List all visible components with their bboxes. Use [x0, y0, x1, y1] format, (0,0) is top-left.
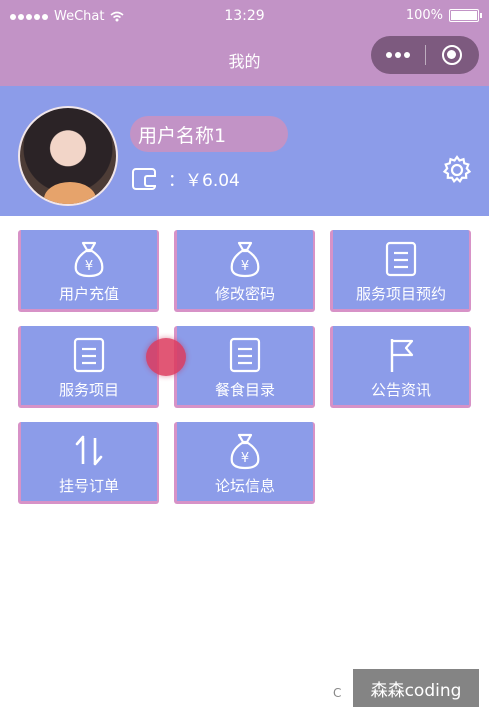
- menu-item-label: 修改密码: [214, 285, 275, 303]
- settings-gear-icon[interactable]: [441, 154, 473, 186]
- menu-item-recharge[interactable]: ¥ 用户充值: [18, 230, 159, 312]
- profile-header: 用户名称1 ：￥6.04: [0, 86, 489, 216]
- svg-text:¥: ¥: [241, 451, 249, 466]
- battery-icon: [449, 9, 482, 22]
- close-mini-program-button[interactable]: [425, 45, 479, 65]
- svg-text:¥: ¥: [85, 259, 93, 274]
- document-icon: [73, 337, 105, 373]
- balance-value: ：￥6.04: [168, 171, 240, 191]
- battery-area: 100%: [405, 8, 482, 23]
- more-dots-icon: [385, 52, 392, 58]
- menu-item-announcements[interactable]: 公告资讯: [330, 326, 471, 408]
- menu-item-meal-catalog[interactable]: 餐食目录: [174, 326, 315, 408]
- watermark: 森森coding: [353, 669, 479, 707]
- nav-bar: 我的: [0, 34, 489, 86]
- menu-item-label: 用户充值: [58, 285, 119, 303]
- status-bar: WeChat 13:29 100%: [0, 0, 489, 34]
- money-bag-icon: ¥: [230, 241, 260, 278]
- menu-item-service-booking[interactable]: 服务项目预约: [330, 230, 471, 312]
- money-bag-icon: ¥: [230, 433, 260, 470]
- flag-icon: [390, 339, 414, 372]
- target-icon: [442, 45, 463, 65]
- svg-text:¥: ¥: [241, 259, 249, 274]
- menu-item-label: 服务项目预约: [355, 285, 446, 303]
- menu-item-label: 服务项目: [58, 381, 119, 399]
- menu-item-label: 挂号订单: [58, 477, 119, 495]
- avatar[interactable]: [18, 106, 118, 206]
- document-icon: [385, 241, 417, 277]
- money-bag-icon: ¥: [74, 241, 104, 278]
- wallet-balance: ：￥6.04: [132, 166, 240, 191]
- menu-item-change-password[interactable]: ¥ 修改密码: [174, 230, 315, 312]
- wallet-icon: [132, 167, 156, 190]
- mini-program-capsule: [371, 36, 479, 74]
- sort-arrows-icon: [75, 435, 103, 466]
- menu-item-registration-orders[interactable]: 挂号订单: [18, 422, 159, 504]
- document-icon: [229, 337, 261, 373]
- more-menu-button[interactable]: [371, 52, 425, 58]
- menu-item-services[interactable]: 服务项目: [18, 326, 159, 408]
- battery-percent: 100%: [405, 8, 443, 23]
- touch-indicator: [146, 338, 186, 376]
- watermark-prefix: C: [333, 686, 342, 700]
- menu-item-label: 餐食目录: [214, 381, 275, 399]
- username: 用户名称1: [130, 116, 288, 152]
- menu-item-forum[interactable]: ¥ 论坛信息: [174, 422, 315, 504]
- menu-item-label: 论坛信息: [214, 477, 275, 495]
- menu-item-label: 公告资讯: [370, 381, 431, 399]
